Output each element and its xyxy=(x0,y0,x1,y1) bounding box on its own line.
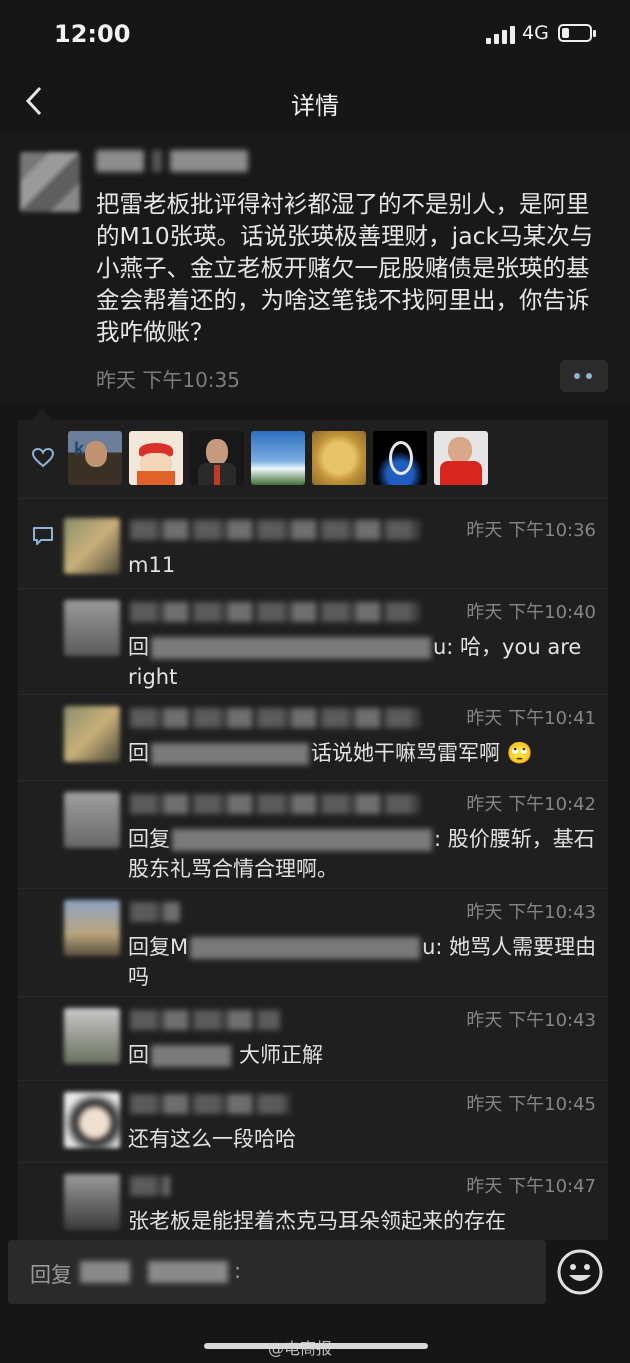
redacted-name xyxy=(151,1045,231,1067)
moment-post: 把雷老板批评得衬衫都湿了的不是别人，是阿里的M10张瑛。话说张瑛极善理财，jac… xyxy=(0,132,630,402)
comment-time: 昨天 下午10:43 xyxy=(466,1010,596,1031)
commenter-name[interactable] xyxy=(130,1176,170,1196)
comment-text: 回复: 股价腰斩，基石股东礼骂合情合理啊。 xyxy=(128,824,598,884)
author-name[interactable] xyxy=(96,150,256,174)
reply-body: 大师正解 xyxy=(239,1043,323,1067)
reply-body: 话说她干嘛骂雷军啊 🙄 xyxy=(311,741,533,765)
commenter-avatar[interactable] xyxy=(64,900,120,956)
page-title: 详情 xyxy=(291,92,339,120)
commenter-name[interactable] xyxy=(130,520,420,540)
interaction-panel: k 昨天 下午10:36 m11 昨天 下午10:40 回 u: 哈，you a… xyxy=(18,420,608,1240)
reply-prefix: 回 xyxy=(128,635,149,659)
redacted-name xyxy=(80,1261,130,1283)
post-text: 把雷老板批评得衬衫都湿了的不是别人，是阿里的M10张瑛。话说张瑛极善理财，jac… xyxy=(96,190,594,346)
comment-time: 昨天 下午10:43 xyxy=(466,902,596,923)
like-avatar[interactable] xyxy=(129,431,183,485)
comment-item[interactable]: 昨天 下午10:41 回 话说她干嘛骂雷军啊 🙄 xyxy=(18,694,608,781)
comment-text: m11 xyxy=(128,553,176,577)
status-bar: 12:00 4G xyxy=(0,0,630,70)
reply-bar: 回复 : @电商报 xyxy=(0,1240,630,1363)
commenter-avatar[interactable] xyxy=(64,600,120,656)
reply-placeholder-suffix: : xyxy=(234,1259,242,1283)
redacted-name xyxy=(151,637,431,659)
like-avatar[interactable] xyxy=(251,431,305,485)
reply-prefix: 回 xyxy=(128,1043,149,1067)
commenter-avatar[interactable] xyxy=(64,706,120,762)
like-avatar[interactable]: k xyxy=(68,431,122,485)
reply-prefix: 回 xyxy=(128,741,149,765)
comment-time: 昨天 下午10:47 xyxy=(466,1176,596,1197)
likes-row: k xyxy=(18,420,608,499)
commenter-avatar[interactable] xyxy=(64,518,120,574)
signal-icon xyxy=(486,26,516,44)
reply-input[interactable]: 回复 : xyxy=(8,1240,546,1304)
comment-text: 回 话说她干嘛骂雷军啊 🙄 xyxy=(128,738,598,768)
redacted-name xyxy=(148,1261,228,1283)
commenter-name[interactable] xyxy=(130,902,180,922)
comment-time: 昨天 下午10:40 xyxy=(466,602,596,623)
battery-level xyxy=(562,28,569,38)
comment-item[interactable]: 昨天 下午10:43 回复M u: 她骂人需要理由吗 xyxy=(18,888,608,997)
commenter-avatar[interactable] xyxy=(64,1008,120,1064)
reply-placeholder-prefix: 回复 xyxy=(30,1263,72,1287)
status-time: 12:00 xyxy=(54,20,131,48)
like-avatar[interactable] xyxy=(312,431,366,485)
like-avatar[interactable] xyxy=(190,431,244,485)
commenter-name[interactable] xyxy=(130,708,420,728)
reply-prefix: 回复 xyxy=(128,827,170,851)
comment-text: 回 u: 哈，you are right xyxy=(128,632,598,692)
redacted-name xyxy=(151,743,309,765)
commenter-name[interactable] xyxy=(130,1094,290,1114)
network-type: 4G xyxy=(522,22,549,44)
comment-time: 昨天 下午10:36 xyxy=(466,520,596,541)
commenter-avatar[interactable] xyxy=(64,1092,120,1148)
comment-text: 还有这么一段哈哈 xyxy=(128,1127,296,1151)
emoji-icon[interactable] xyxy=(556,1248,604,1296)
commenter-avatar[interactable] xyxy=(64,1174,120,1230)
more-dots-icon[interactable] xyxy=(560,360,608,392)
comment-item[interactable]: 昨天 下午10:36 m11 xyxy=(18,506,608,589)
panel-caret xyxy=(32,408,52,420)
comment-item[interactable]: 昨天 下午10:47 张老板是能捏着杰克马耳朵领起来的存在 xyxy=(18,1162,608,1240)
comment-item[interactable]: 昨天 下午10:43 回 大师正解 xyxy=(18,996,608,1081)
comment-item[interactable]: 昨天 下午10:40 回 u: 哈，you are right xyxy=(18,588,608,695)
home-indicator[interactable] xyxy=(204,1343,428,1349)
comment-time: 昨天 下午10:42 xyxy=(466,794,596,815)
comment-time: 昨天 下午10:45 xyxy=(466,1094,596,1115)
commenter-name[interactable] xyxy=(130,1010,280,1030)
comment-text: 回复M u: 她骂人需要理由吗 xyxy=(128,932,598,992)
like-avatar[interactable] xyxy=(373,431,427,485)
reply-prefix: 回复M xyxy=(128,935,189,959)
comment-text: 回 大师正解 xyxy=(128,1040,598,1070)
comment-time: 昨天 下午10:41 xyxy=(466,708,596,729)
comment-item[interactable]: 昨天 下午10:45 还有这么一段哈哈 xyxy=(18,1080,608,1163)
redacted-name xyxy=(190,937,421,959)
like-avatar[interactable] xyxy=(434,431,488,485)
battery-icon xyxy=(558,24,596,42)
commenter-name[interactable] xyxy=(130,794,420,814)
comment-item[interactable]: 昨天 下午10:42 回复: 股价腰斩，基石股东礼骂合情合理啊。 xyxy=(18,780,608,889)
commenter-avatar[interactable] xyxy=(64,792,120,848)
post-time: 昨天 下午10:35 xyxy=(96,368,240,392)
nav-bar: 详情 xyxy=(0,70,630,132)
author-avatar[interactable] xyxy=(20,152,80,212)
comment-text: 张老板是能捏着杰克马耳朵领起来的存在 xyxy=(128,1209,506,1233)
redacted-name xyxy=(172,829,432,851)
commenter-name[interactable] xyxy=(130,602,420,622)
heart-icon xyxy=(32,448,54,468)
